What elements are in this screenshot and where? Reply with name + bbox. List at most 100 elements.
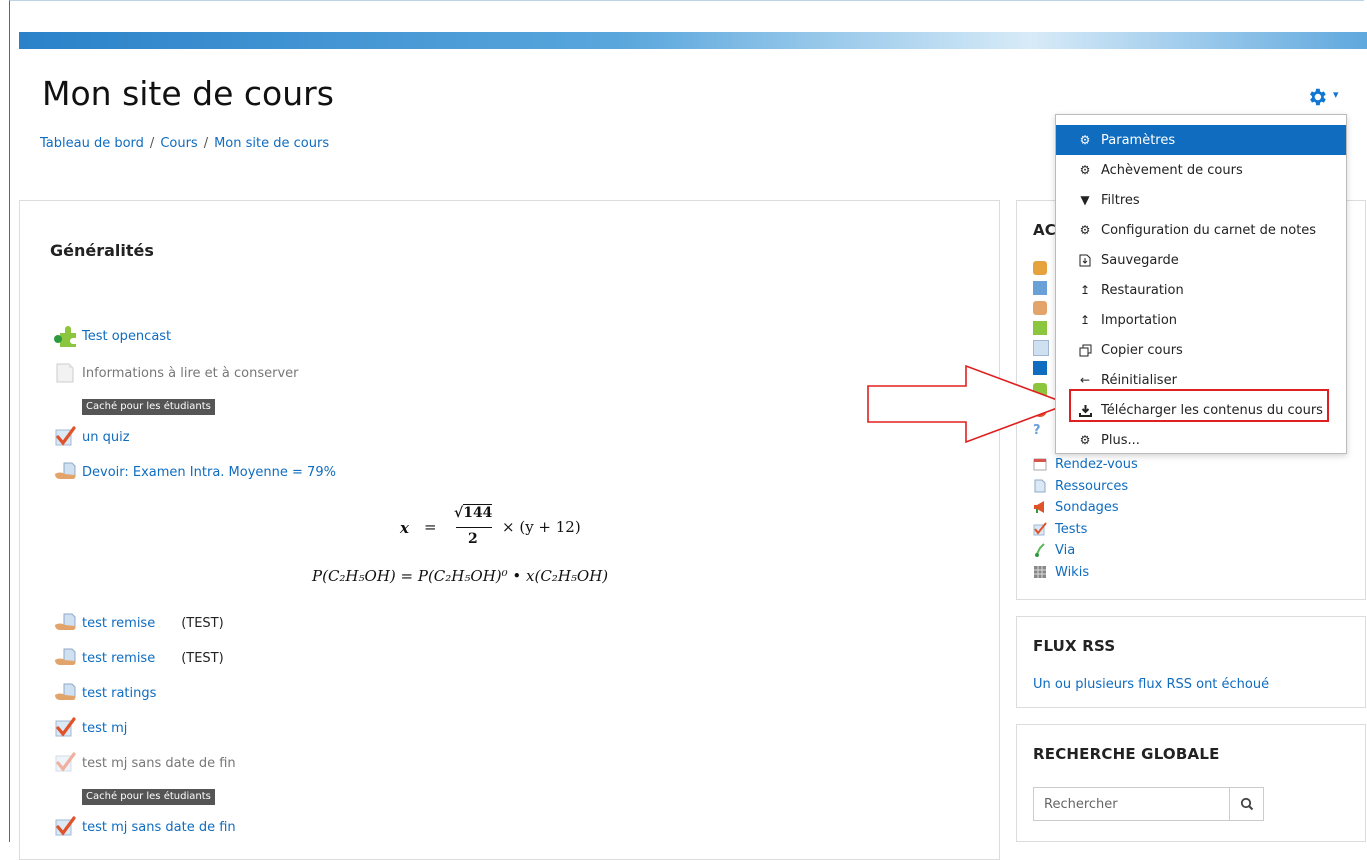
upload-icon: ↥ <box>1079 283 1091 297</box>
menu-item-label: Configuration du carnet de notes <box>1101 222 1317 238</box>
breadcrumb-separator: / <box>203 136 209 151</box>
activity-row[interactable]: test remise (TEST) <box>54 647 224 669</box>
menu-item-filtres[interactable]: ▼ Filtres <box>1056 185 1346 215</box>
activity-row[interactable]: un quiz <box>54 426 130 448</box>
activity-link[interactable]: test remise <box>82 616 155 631</box>
gear-icon <box>1310 88 1326 106</box>
math-denominator: 2 <box>468 531 478 547</box>
activity-link[interactable]: test mj <box>82 721 127 736</box>
sidebar-link[interactable]: Ressources <box>1055 479 1128 494</box>
chevron-down-icon: ▾ <box>1333 88 1339 101</box>
sidebar-item-tests[interactable]: Tests <box>1033 520 1087 538</box>
activity-link[interactable]: test remise <box>82 651 155 666</box>
annotation-arrow <box>867 364 1071 444</box>
activity-type-icon <box>1033 299 1055 317</box>
breadcrumb-courses[interactable]: Cours <box>160 136 197 151</box>
breadcrumb-separator: / <box>149 136 155 151</box>
annotation-highlight-box <box>1069 389 1329 422</box>
filter-icon: ▼ <box>1080 193 1090 207</box>
math-formula-2: P(C₂H₅OH) = P(C₂H₅OH)⁰ • x(C₂H₅OH) <box>312 567 609 585</box>
menu-item-label: Achèvement de cours <box>1101 162 1243 178</box>
menu-item-copier[interactable]: Copier cours <box>1056 335 1346 365</box>
activity-row[interactable]: test remise (TEST) <box>54 612 224 634</box>
math-numerator: 144 <box>463 504 493 521</box>
menu-item-label: Copier cours <box>1101 342 1183 358</box>
copy-icon <box>1078 343 1092 357</box>
activity-tag: (TEST) <box>181 615 224 631</box>
course-actions-menu-button[interactable]: ▾ <box>1306 86 1346 110</box>
menu-item-carnet-notes[interactable]: ⚙ Configuration du carnet de notes <box>1056 215 1346 245</box>
activity-row[interactable]: test mj sans date de fin <box>54 816 236 838</box>
page-title: Mon site de cours <box>42 74 334 113</box>
arrow-left-icon: ← <box>1079 373 1091 387</box>
menu-item-parametres[interactable]: ⚙ Paramètres <box>1056 125 1346 155</box>
sidebar-link[interactable]: Via <box>1055 543 1075 558</box>
activity-link-dimmed[interactable]: Informations à lire et à conserver <box>82 366 299 381</box>
sidebar-item-rendez-vous[interactable]: Rendez-vous <box>1033 455 1138 473</box>
activity-type-icon <box>1033 319 1055 337</box>
activity-link[interactable]: un quiz <box>82 430 130 445</box>
activity-row[interactable]: Devoir: Examen Intra. Moyenne = 79% <box>54 461 336 483</box>
activity-row[interactable]: test mj sans date de fin <box>54 752 236 774</box>
sidebar-item-via[interactable]: Via <box>1033 541 1075 559</box>
calendar-icon <box>1033 457 1047 471</box>
gear-icon: ⚙ <box>1079 133 1091 147</box>
menu-item-label: Plus... <box>1101 432 1140 448</box>
activity-link[interactable]: Devoir: Examen Intra. Moyenne = 79% <box>82 465 336 480</box>
sidebar-item-ressources[interactable]: Ressources <box>1033 477 1128 495</box>
menu-item-label: Restauration <box>1101 282 1184 298</box>
assignment-icon <box>54 682 76 704</box>
search-icon <box>1240 797 1253 811</box>
quiz-icon <box>1033 522 1047 536</box>
assignment-icon <box>54 461 76 483</box>
menu-item-importation[interactable]: ↥ Importation <box>1056 305 1346 335</box>
activity-row[interactable]: Test opencast <box>54 325 171 347</box>
activity-link[interactable]: test mj sans date de fin <box>82 820 236 835</box>
activity-row[interactable]: Informations à lire et à conserver <box>54 362 299 384</box>
search-input[interactable] <box>1033 787 1229 821</box>
activity-tag: (TEST) <box>181 650 224 666</box>
upload-icon: ↥ <box>1079 313 1091 327</box>
assignment-icon <box>54 612 76 634</box>
activities-block-title: AC <box>1033 221 1057 239</box>
breadcrumb: Tableau de bord / Cours / Mon site de cours <box>40 136 329 151</box>
sidebar-link[interactable]: Rendez-vous <box>1055 457 1138 472</box>
sidebar-item-sondages[interactable]: Sondages <box>1033 498 1119 516</box>
sidebar-link[interactable]: Wikis <box>1055 565 1089 580</box>
menu-item-achevement[interactable]: ⚙ Achèvement de cours <box>1056 155 1346 185</box>
sidebar-link[interactable]: Sondages <box>1055 500 1119 515</box>
sidebar-item-wikis[interactable]: Wikis <box>1033 563 1089 581</box>
activity-type-icon <box>1033 259 1055 277</box>
rss-block-title: FLUX RSS <box>1033 637 1116 655</box>
math-fraction-bar <box>456 527 492 528</box>
math-formula-1: x = √144 2 × (y + 12) <box>400 504 630 553</box>
rss-error-link[interactable]: Un ou plusieurs flux RSS ont échoué <box>1033 677 1269 692</box>
activity-link[interactable]: test ratings <box>82 686 156 701</box>
quiz-icon <box>54 752 76 774</box>
math-var: x <box>400 519 409 537</box>
global-search-title: RECHERCHE GLOBALE <box>1033 745 1220 763</box>
menu-item-plus[interactable]: ⚙ Plus... <box>1056 425 1346 455</box>
menu-item-label: Sauvegarde <box>1101 252 1179 268</box>
math-sqrt: √144 <box>454 504 493 521</box>
activity-link-dimmed[interactable]: test mj sans date de fin <box>82 756 236 771</box>
activity-type-icon <box>1033 339 1057 357</box>
menu-item-restauration[interactable]: ↥ Restauration <box>1056 275 1346 305</box>
file-icon <box>1033 479 1047 493</box>
backup-icon <box>1078 253 1092 267</box>
sidebar-link[interactable]: Tests <box>1055 522 1087 537</box>
menu-item-sauvegarde[interactable]: Sauvegarde <box>1056 245 1346 275</box>
breadcrumb-course[interactable]: Mon site de cours <box>214 136 329 151</box>
math-expression: × (y + 12) <box>502 518 581 536</box>
puzzle-icon <box>54 325 76 347</box>
activity-row[interactable]: test mj <box>54 717 127 739</box>
search-button[interactable] <box>1229 787 1264 821</box>
activity-row[interactable]: test ratings <box>54 682 156 704</box>
activity-link[interactable]: Test opencast <box>82 329 171 344</box>
top-banner <box>19 32 1367 49</box>
assignment-icon <box>54 647 76 669</box>
quiz-icon <box>54 816 76 838</box>
via-icon <box>1033 543 1047 557</box>
breadcrumb-dashboard[interactable]: Tableau de bord <box>40 136 144 151</box>
activity-type-icon <box>1033 279 1055 297</box>
